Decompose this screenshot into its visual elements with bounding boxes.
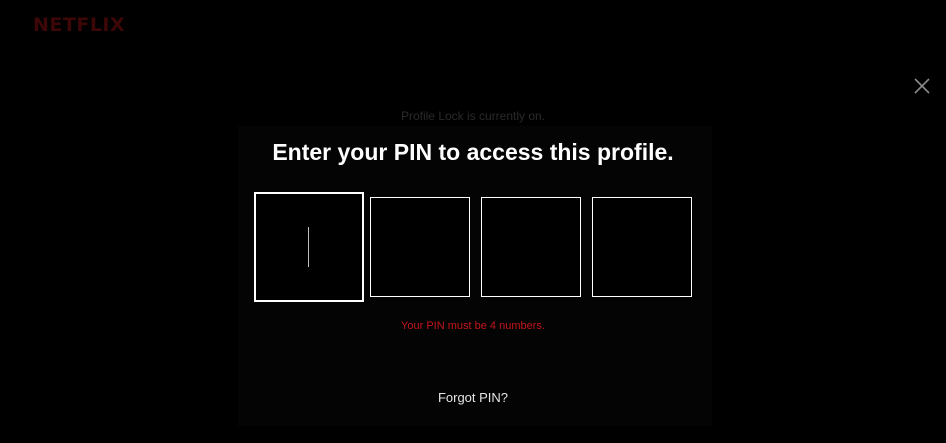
close-button[interactable] <box>912 76 932 96</box>
forgot-pin-container: Forgot PIN? <box>0 390 946 406</box>
pin-prompt-title: Enter your PIN to access this profile. <box>272 139 674 165</box>
pin-digit-2[interactable] <box>370 197 470 297</box>
close-icon <box>914 78 930 94</box>
pin-digit-4[interactable] <box>592 197 692 297</box>
pin-digit-1[interactable] <box>254 192 364 302</box>
forgot-pin-link[interactable]: Forgot PIN? <box>438 390 508 405</box>
profile-lock-page: NETFLIX Profile Lock is currently on. En… <box>0 0 946 443</box>
profile-lock-status: Profile Lock is currently on. <box>400 109 546 123</box>
pin-error-message: Your PIN must be 4 numbers. <box>401 320 545 332</box>
text-cursor <box>308 227 309 267</box>
netflix-logo[interactable]: NETFLIX <box>33 14 125 36</box>
pin-digit-3[interactable] <box>481 197 581 297</box>
